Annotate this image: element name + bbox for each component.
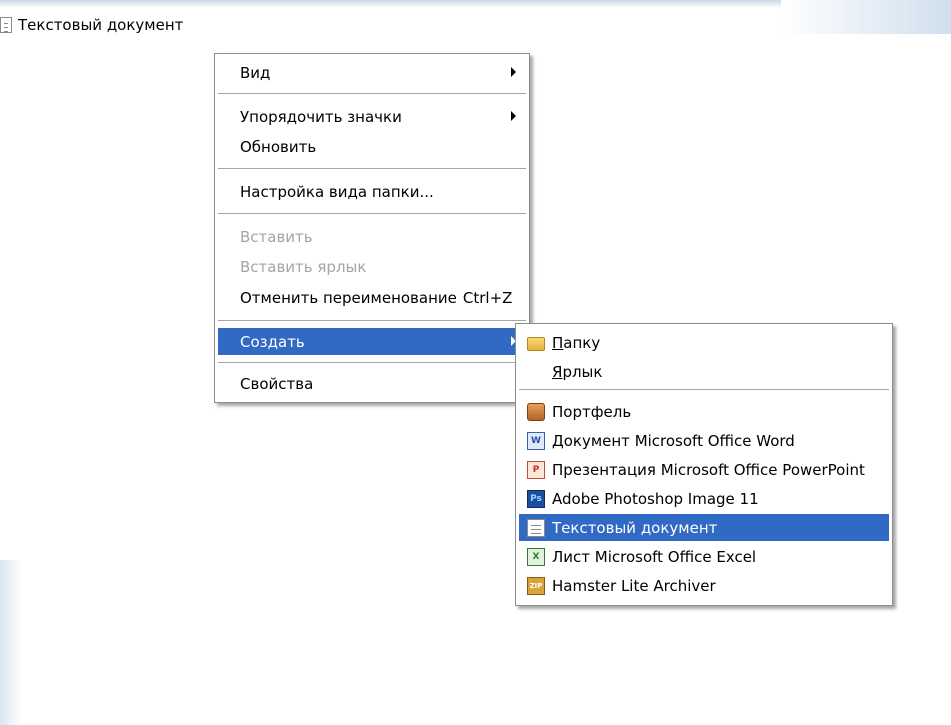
corner-gradient — [781, 0, 951, 34]
menu-item-label: Документ Microsoft Office Word — [552, 431, 795, 450]
zip-archive-icon: ZIP — [527, 576, 545, 595]
create-submenu: Папку Ярлык Портфель W Документ Microsof… — [515, 323, 893, 606]
briefcase-icon — [527, 402, 545, 421]
word-document-icon: W — [527, 431, 545, 450]
menu-separator — [218, 320, 526, 321]
menu-item-paste-shortcut[interactable]: Вставить ярлык — [218, 253, 526, 280]
text-file-icon — [0, 17, 12, 33]
menu-separator — [218, 93, 526, 94]
mnemonic-letter: Я — [552, 362, 563, 381]
menu-separator — [519, 389, 889, 390]
photoshop-icon: Ps — [527, 489, 545, 508]
menu-item-arrange-icons[interactable]: Упорядочить значки — [218, 103, 526, 130]
label-rest: апку — [563, 333, 601, 352]
context-menu: Вид Упорядочить значки Обновить Настройк… — [214, 53, 530, 403]
menu-item-properties[interactable]: Свойства — [218, 370, 526, 397]
menu-item-label: Папку — [552, 334, 600, 352]
menu-item-label: Обновить — [240, 137, 317, 156]
menu-separator — [218, 168, 526, 169]
menu-item-label: Ярлык — [552, 363, 602, 381]
powerpoint-icon: P — [527, 460, 545, 479]
menu-item-label: Презентация Microsoft Office PowerPoint — [552, 460, 865, 479]
menu-item-label: Настройка вида папки... — [240, 182, 434, 201]
menu-item-label: Hamster Lite Archiver — [552, 576, 716, 595]
menu-item-label: Отменить переименование — [240, 288, 457, 307]
submenu-item-shortcut[interactable]: Ярлык — [519, 358, 889, 385]
menu-item-refresh[interactable]: Обновить — [218, 133, 526, 160]
submenu-arrow-icon — [511, 67, 516, 77]
text-document-icon — [527, 518, 545, 537]
desktop-file-label: Текстовый документ — [18, 16, 184, 34]
menu-separator — [218, 362, 526, 363]
menu-separator — [218, 213, 526, 214]
mnemonic-letter: П — [552, 333, 564, 352]
submenu-item-text-document[interactable]: Текстовый документ — [519, 514, 889, 541]
menu-item-label: Упорядочить значки — [240, 107, 402, 126]
menu-item-label: Вид — [240, 63, 271, 82]
menu-item-label: Лист Microsoft Office Excel — [552, 547, 757, 566]
submenu-arrow-icon — [511, 111, 516, 121]
menu-item-create[interactable]: Создать — [218, 328, 526, 355]
excel-icon: X — [527, 547, 545, 566]
submenu-item-excel[interactable]: X Лист Microsoft Office Excel — [519, 543, 889, 570]
submenu-item-powerpoint[interactable]: P Презентация Microsoft Office PowerPoin… — [519, 456, 889, 483]
menu-item-undo-rename[interactable]: Отменить переименование Ctrl+Z — [218, 284, 526, 311]
submenu-item-photoshop[interactable]: Ps Adobe Photoshop Image 11 — [519, 485, 889, 512]
menu-item-label: Свойства — [240, 374, 314, 393]
menu-item-label: Текстовый документ — [552, 518, 718, 537]
menu-item-label: Adobe Photoshop Image 11 — [552, 489, 759, 508]
menu-item-view[interactable]: Вид — [218, 59, 526, 86]
submenu-item-folder[interactable]: Папку — [519, 329, 889, 356]
menu-item-paste[interactable]: Вставить — [218, 223, 526, 250]
menu-item-label: Вставить — [240, 227, 313, 246]
label-rest: рлык — [562, 362, 603, 381]
menu-item-label: Портфель — [552, 402, 632, 421]
submenu-item-word-document[interactable]: W Документ Microsoft Office Word — [519, 427, 889, 454]
menu-item-label: Создать — [240, 332, 305, 351]
submenu-item-zip-archive[interactable]: ZIP Hamster Lite Archiver — [519, 572, 889, 599]
menu-item-shortcut: Ctrl+Z — [462, 288, 513, 307]
left-edge-gradient — [0, 560, 22, 725]
menu-item-label: Вставить ярлык — [240, 257, 367, 276]
submenu-item-briefcase[interactable]: Портфель — [519, 398, 889, 425]
menu-item-customize-folder[interactable]: Настройка вида папки... — [218, 178, 526, 205]
folder-icon — [527, 336, 545, 351]
desktop-file-item[interactable]: Текстовый документ — [0, 14, 183, 36]
